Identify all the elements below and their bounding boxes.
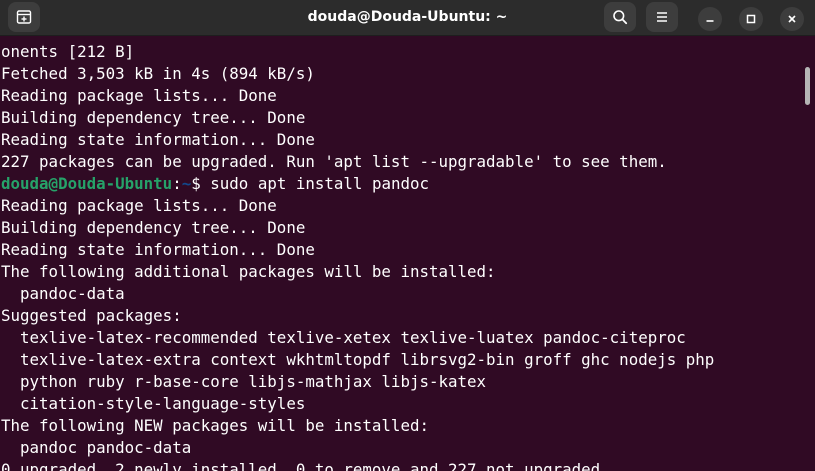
minimize-button[interactable] (698, 7, 722, 31)
terminal-line: Building dependency tree... Done (1, 108, 306, 127)
prompt-line: douda@Douda-Ubuntu:~$ sudo apt install p… (1, 173, 801, 195)
terminal-line: citation-style-language-styles (1, 394, 306, 413)
terminal-line: Fetched 3,503 kB in 4s (894 kB/s) (1, 64, 315, 83)
terminal-line: The following additional packages will b… (1, 262, 496, 281)
close-button[interactable] (780, 7, 804, 31)
terminal-line: Reading state information... Done (1, 240, 315, 259)
terminal-window: douda@Douda-Ubuntu: ~ onents [212 B] Fet… (0, 0, 815, 471)
terminal-line: Reading state information... Done (1, 130, 315, 149)
prompt-user: douda@Douda-Ubuntu (1, 174, 173, 193)
maximize-button[interactable] (739, 7, 763, 31)
terminal-line: Reading package lists... Done (1, 196, 277, 215)
new-tab-icon (16, 10, 32, 24)
command-text: sudo apt install pandoc (210, 174, 430, 193)
title-bar[interactable]: douda@Douda-Ubuntu: ~ (0, 0, 815, 36)
menu-button[interactable] (646, 2, 678, 32)
close-icon (788, 15, 796, 23)
terminal-lines: onents [212 B] Fetched 3,503 kB in 4s (8… (1, 41, 801, 471)
terminal-line: Reading package lists... Done (1, 86, 277, 105)
new-tab-button[interactable] (8, 2, 40, 32)
terminal-line: 227 packages can be upgraded. Run 'apt l… (1, 152, 667, 171)
terminal-line: python ruby r-base-core libjs-mathjax li… (1, 372, 487, 391)
search-button[interactable] (604, 2, 636, 32)
prompt-symbol: $ (191, 174, 211, 193)
terminal-line: onents [212 B] (1, 42, 135, 61)
terminal-line: texlive-latex-recommended texlive-xetex … (1, 328, 686, 347)
terminal-line: texlive-latex-extra context wkhtmltopdf … (1, 350, 715, 369)
prompt-path: ~ (181, 174, 192, 193)
prompt-separator: : (172, 174, 182, 193)
terminal-line: pandoc pandoc-data (1, 438, 192, 457)
search-icon (613, 10, 628, 25)
terminal-line: Building dependency tree... Done (1, 218, 306, 237)
maximize-icon (746, 14, 756, 24)
scrollbar-thumb[interactable] (805, 67, 810, 105)
terminal-line: pandoc-data (1, 284, 125, 303)
terminal-line: The following NEW packages will be insta… (1, 416, 429, 435)
hamburger-menu-icon (657, 12, 667, 22)
minimize-icon (706, 20, 714, 22)
terminal-line: 0 upgraded, 2 newly installed, 0 to remo… (1, 460, 610, 471)
terminal-line: Suggested packages: (1, 306, 182, 325)
window-title: douda@Douda-Ubuntu: ~ (307, 9, 508, 25)
terminal-output-area[interactable]: onents [212 B] Fetched 3,503 kB in 4s (8… (0, 36, 815, 471)
